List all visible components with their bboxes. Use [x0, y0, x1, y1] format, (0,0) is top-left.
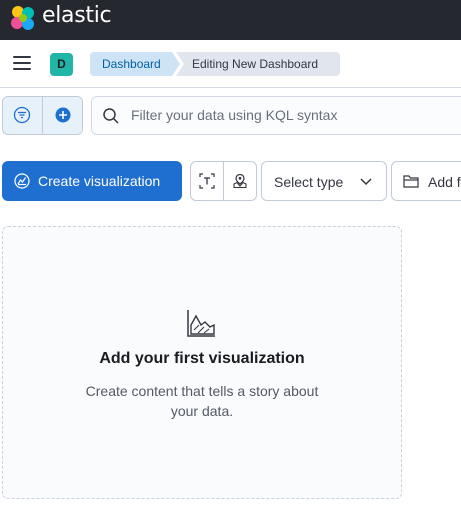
- elastic-logo-icon[interactable]: [9, 4, 37, 32]
- breadcrumb-dashboard[interactable]: Dashboard: [90, 52, 180, 76]
- add-filter-button[interactable]: [43, 97, 82, 134]
- folder-icon: [403, 175, 419, 188]
- filter-icon: [13, 106, 31, 124]
- text-panel-icon[interactable]: [199, 173, 215, 189]
- button-divider: [223, 162, 224, 200]
- empty-state-title: Add your first visualization: [99, 350, 305, 367]
- create-visualization-button[interactable]: Create visualization: [2, 161, 182, 201]
- create-visualization-label: Create visualization: [38, 173, 161, 189]
- search-icon: [103, 108, 119, 124]
- brand-name[interactable]: elastic: [42, 3, 112, 28]
- hamburger-icon[interactable]: [13, 56, 31, 70]
- empty-state-description: Create content that tells a story about …: [85, 383, 319, 419]
- search-input[interactable]: Filter your data using KQL syntax: [91, 96, 461, 135]
- filter-menu-button[interactable]: [3, 97, 43, 134]
- empty-dashboard-panel: Add your first visualization Create cont…: [2, 226, 402, 499]
- area-chart-icon: [187, 310, 215, 337]
- query-bar: Filter your data using KQL syntax: [0, 88, 461, 148]
- visualize-app-icon: [14, 173, 30, 189]
- quick-add-group: [190, 161, 257, 201]
- dashboard-toolbar: Create visualization Select type Add f: [0, 160, 461, 202]
- space-avatar[interactable]: D: [50, 53, 73, 76]
- top-header: elastic: [0, 0, 461, 40]
- add-from-library-label: Add f: [428, 174, 461, 190]
- map-marker-icon[interactable]: [232, 173, 248, 189]
- chevron-down-icon: [360, 178, 372, 186]
- select-type-label: Select type: [274, 174, 344, 190]
- search-placeholder: Filter your data using KQL syntax: [131, 107, 338, 123]
- plus-circle-icon: [55, 107, 71, 123]
- select-type-dropdown[interactable]: Select type: [261, 161, 387, 201]
- navigation-bar: D Dashboard Editing New Dashboard: [0, 40, 461, 88]
- filter-button-group: [2, 96, 83, 135]
- add-from-library-button[interactable]: Add f: [391, 161, 461, 201]
- breadcrumb-current: Editing New Dashboard: [176, 52, 340, 76]
